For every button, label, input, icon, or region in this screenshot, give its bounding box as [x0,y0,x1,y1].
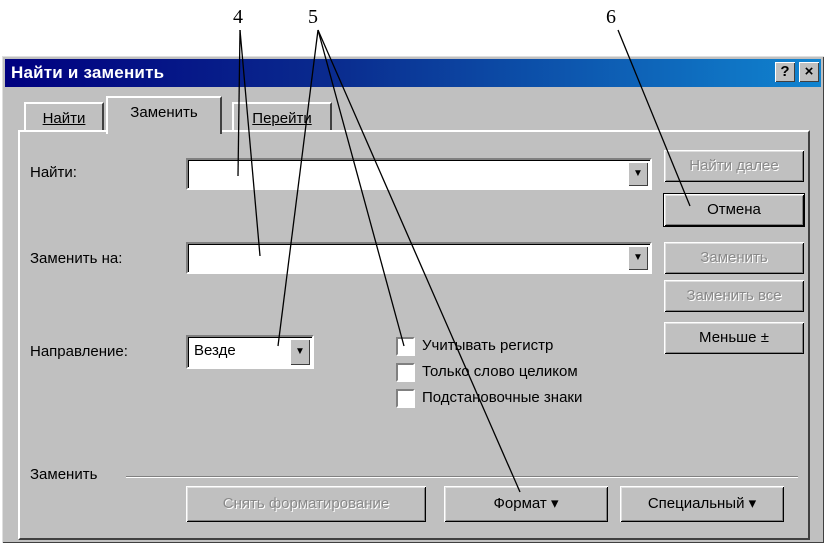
tab-goto-label: Перейти [252,110,312,127]
dialog-title: Найти и заменить [11,63,165,82]
direction-value: Везде [194,342,236,359]
whole-word-checkbox[interactable] [396,363,415,382]
less-button[interactable]: Меньше ± [664,322,804,354]
direction-select[interactable]: Везде ▼ [186,335,314,369]
direction-dropdown-button[interactable]: ▼ [290,339,310,365]
title-bar[interactable]: Найти и заменить ? × [5,59,821,87]
wildcards-label: Подстановочные знаки [422,389,583,406]
match-case-label: Учитывать регистр [422,337,554,354]
tab-replace[interactable]: Заменить [106,96,222,134]
format-button[interactable]: Формат ▾ [444,486,608,522]
tab-find-label: Найти [42,110,86,127]
tab-replace-label: Заменить [130,104,198,121]
chevron-down-icon: ▼ [633,168,643,179]
replace-all-button[interactable]: Заменить все [664,280,804,312]
clear-formatting-button[interactable]: Снять форматирование [186,486,426,522]
special-button[interactable]: Специальный ▾ [620,486,784,522]
find-input[interactable]: ▼ [186,158,652,190]
chevron-down-icon: ▼ [633,252,643,263]
replace-button[interactable]: Заменить [664,242,804,274]
direction-label: Направление: [30,343,128,360]
chevron-down-icon: ▼ [295,346,305,357]
group-divider [126,476,798,478]
callout-5: 5 [308,6,318,28]
callout-6: 6 [606,6,616,28]
close-button[interactable]: × [799,62,819,82]
cancel-button[interactable]: Отмена [663,193,805,227]
callout-4: 4 [233,6,243,28]
find-next-button[interactable]: Найти далее [664,150,804,182]
find-label: Найти: [30,164,77,181]
replace-group-label: Заменить [30,466,98,483]
replace-dropdown-button[interactable]: ▼ [628,246,648,270]
wildcards-checkbox[interactable] [396,389,415,408]
match-case-checkbox[interactable] [396,337,415,356]
replace-label: Заменить на: [30,250,123,267]
find-dropdown-button[interactable]: ▼ [628,162,648,186]
replace-input[interactable]: ▼ [186,242,652,274]
whole-word-label: Только слово целиком [422,363,578,380]
help-button[interactable]: ? [775,62,795,82]
